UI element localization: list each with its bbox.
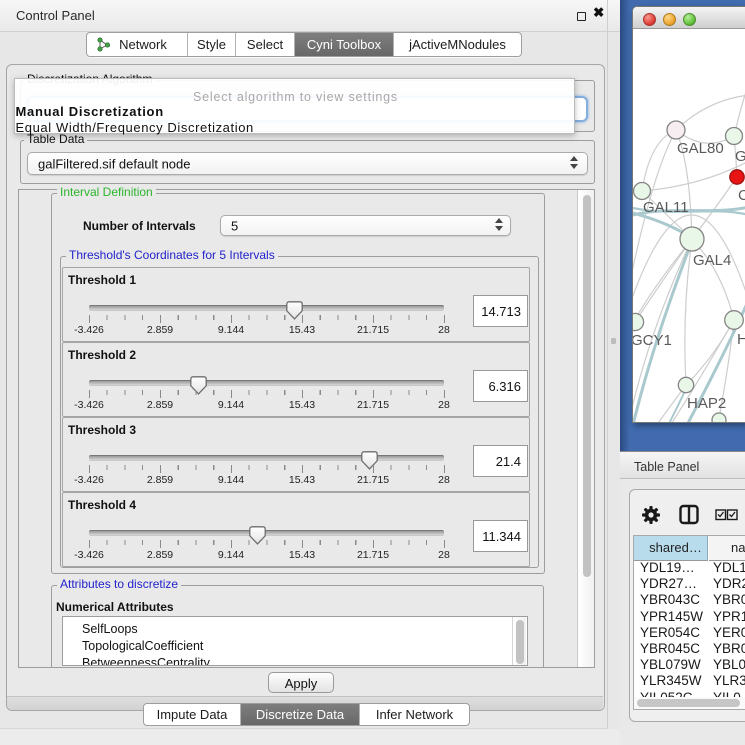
svg-text:GCY1: GCY1 <box>633 332 672 349</box>
svg-text:GAL80: GAL80 <box>677 140 724 157</box>
svg-text:HAP2: HAP2 <box>687 395 726 412</box>
svg-text:H: H <box>737 331 745 348</box>
svg-text:GA: GA <box>735 148 745 165</box>
svg-text:GAL4: GAL4 <box>693 252 731 269</box>
svg-text:C: C <box>738 187 745 204</box>
svg-text:GAL11: GAL11 <box>643 199 689 216</box>
